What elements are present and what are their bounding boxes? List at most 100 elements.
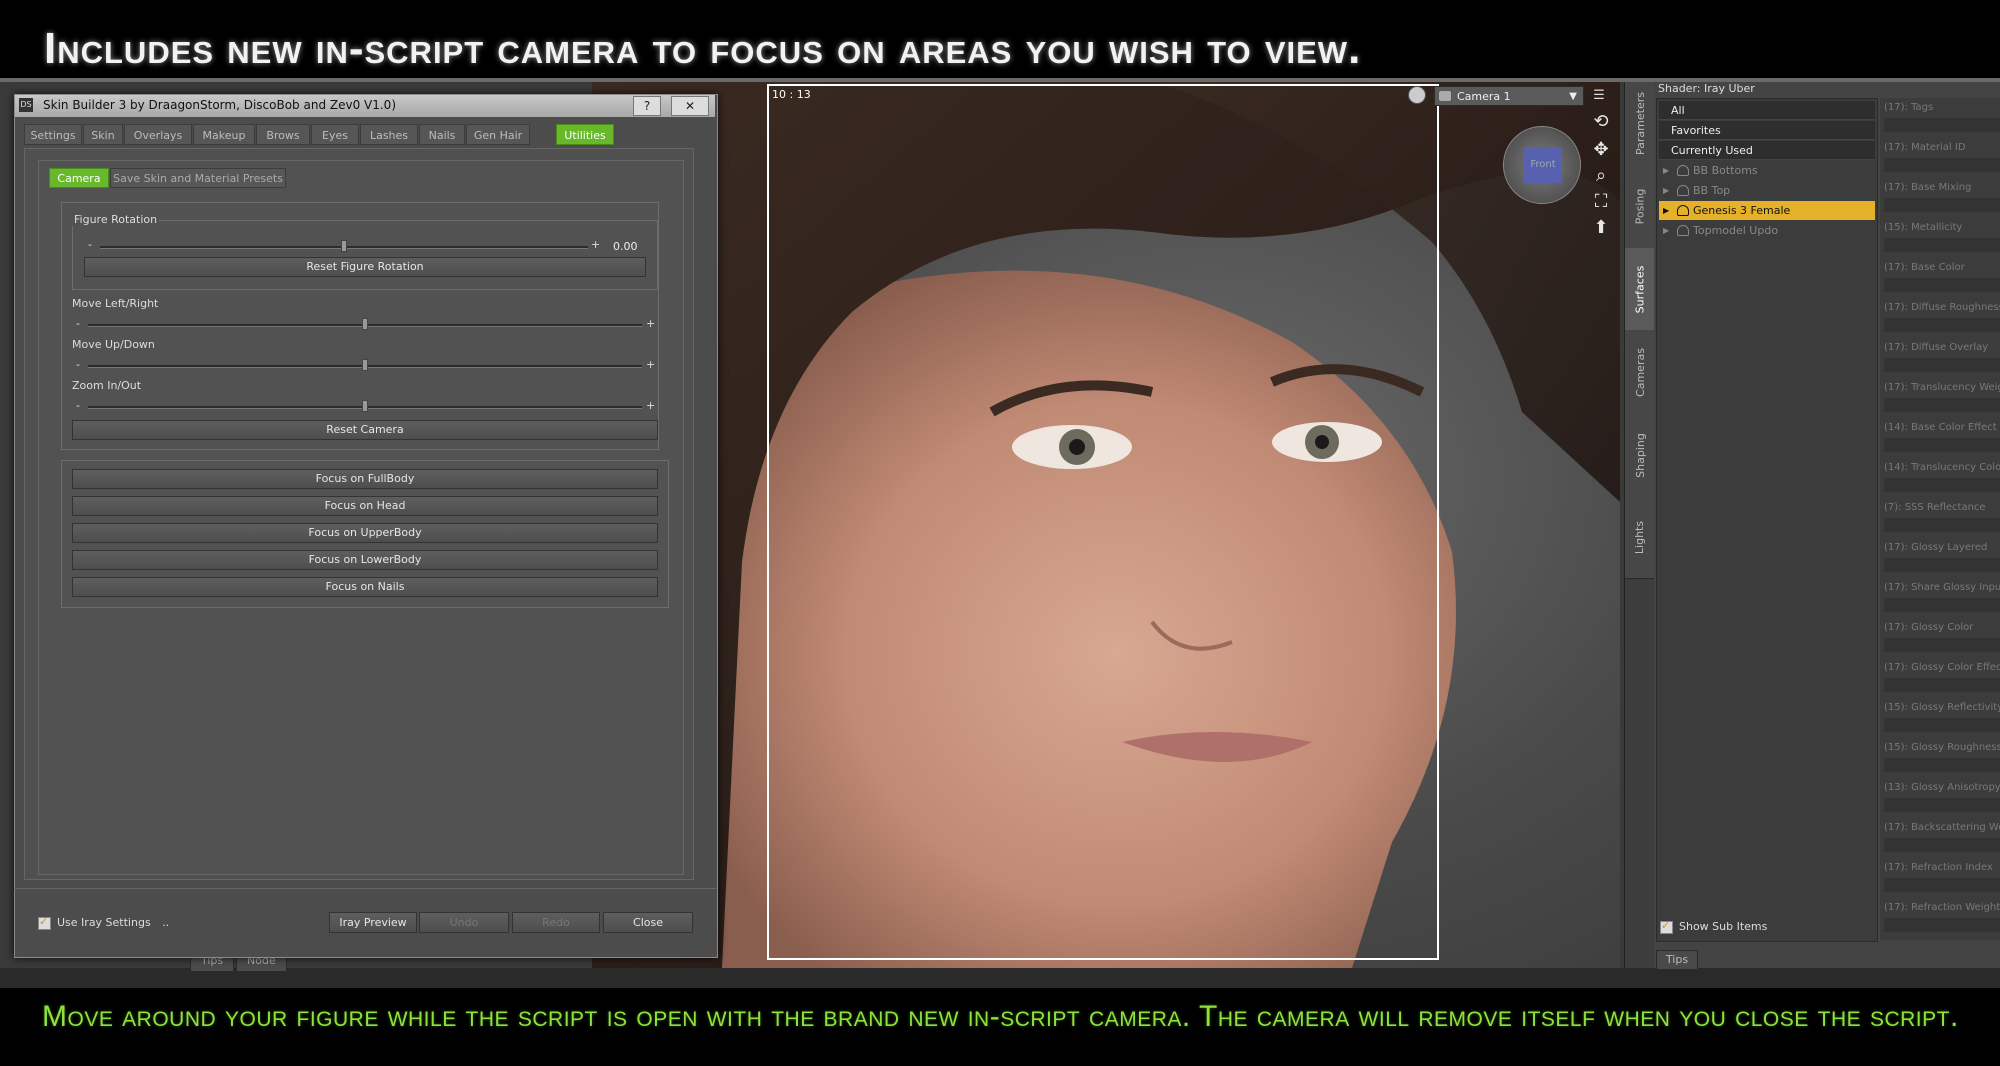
move-left-right-plus[interactable]: + [646,317,655,330]
tab-makeup[interactable]: Makeup [193,124,255,145]
use-iray-settings-checkbox[interactable]: Use Iray Settings .. [38,915,169,930]
cube-front-face[interactable]: Front [1524,147,1562,183]
property-control[interactable] [1884,598,2000,612]
focus-head-button[interactable]: Focus on Head [72,496,658,516]
tree-item-genesis-3-female[interactable]: ▶ Genesis 3 Female [1659,201,1875,220]
move-up-down-minus[interactable]: - [76,358,80,371]
move-left-right-minus[interactable]: - [76,317,80,330]
tab-surfaces[interactable]: Surfaces [1625,248,1655,331]
figure-rotation-plus[interactable]: + [591,238,600,251]
focus-upperbody-button[interactable]: Focus on UpperBody [72,523,658,543]
expand-arrow-icon[interactable]: ▶ [1663,221,1669,240]
expand-arrow-icon[interactable]: ▶ [1663,201,1669,220]
property-label: (17): Translucency Weight [1884,382,2000,393]
tab-eyes[interactable]: Eyes [311,124,359,145]
move-up-down-plus[interactable]: + [646,358,655,371]
property-control[interactable] [1884,918,2000,932]
close-button[interactable]: Close [603,912,693,933]
checkbox-checked-icon[interactable] [1660,919,1673,934]
show-sub-items-checkbox[interactable]: Show Sub Items [1660,919,1767,934]
property-control[interactable] [1884,478,2000,492]
focus-lowerbody-button[interactable]: Focus on LowerBody [72,550,658,570]
camera-dropdown[interactable]: Camera 1 ▼ [1434,86,1584,106]
property-control[interactable] [1884,438,2000,452]
tab-shaping[interactable]: Shaping [1625,414,1655,497]
expand-arrow-icon[interactable]: ▶ [1663,161,1669,180]
subtab-camera[interactable]: Camera [49,168,109,188]
property-control[interactable] [1884,398,2000,412]
tab-posing[interactable]: Posing [1625,164,1655,249]
property-list: (17): Tags (17): Material ID (17): Base Mi… [1880,98,2000,940]
reset-view-icon[interactable]: ⬆ [1588,216,1614,240]
dialog-title-bar[interactable]: DS Skin Builder 3 by DraagonStorm, Disco… [15,95,715,117]
tree-item-topmodel-updo[interactable]: ▶ Topmodel Updo [1659,221,1875,240]
expand-arrow-icon[interactable]: ▶ [1663,181,1669,200]
focus-nails-button[interactable]: Focus on Nails [72,577,658,597]
viewport-menu-icon[interactable]: ☰ [1588,86,1610,106]
filter-favorites[interactable]: Favorites [1659,121,1875,140]
property-control[interactable] [1884,158,2000,172]
tab-overlays[interactable]: Overlays [124,124,192,145]
move-left-right-label: Move Left/Right [72,297,159,310]
filter-currently-used[interactable]: Currently Used [1659,141,1875,160]
zoom-in-out-plus[interactable]: + [646,399,655,412]
frame-icon[interactable]: ⛶ [1588,190,1614,214]
tab-utilities[interactable]: Utilities [556,124,614,145]
focus-fullbody-button[interactable]: Focus on FullBody [72,469,658,489]
tab-settings[interactable]: Settings [24,124,82,145]
reset-figure-rotation-button[interactable]: Reset Figure Rotation [84,257,646,277]
zoom-in-out-minus[interactable]: - [76,399,80,412]
subtab-save-presets[interactable]: Save Skin and Material Presets [110,168,286,188]
redo-button[interactable]: Redo [512,912,600,933]
tab-cameras[interactable]: Cameras [1625,330,1655,415]
tab-gen-hair[interactable]: Gen Hair [466,124,530,145]
move-up-down-thumb[interactable] [362,359,368,371]
property-control[interactable] [1884,798,2000,812]
tab-parameters[interactable]: Parameters [1625,82,1655,165]
figure-icon [1677,185,1689,196]
property-control[interactable] [1884,558,2000,572]
checkbox-checked-icon[interactable] [38,915,51,930]
tab-brows[interactable]: Brows [256,124,310,145]
tree-item-bb-bottoms[interactable]: ▶ BB Bottoms [1659,161,1875,180]
tips-tab[interactable]: Tips [1656,950,1698,970]
zoom-in-out-thumb[interactable] [362,400,368,412]
property-control[interactable] [1884,838,2000,852]
figure-rotation-minus[interactable]: - [88,238,92,251]
iray-preview-button[interactable]: Iray Preview [329,912,417,933]
tab-skin[interactable]: Skin [83,124,123,145]
draw-style-icon[interactable] [1408,86,1426,104]
figure-rotation-thumb[interactable] [341,240,347,252]
property-control[interactable] [1884,678,2000,692]
move-left-right-thumb[interactable] [362,318,368,330]
property-control[interactable] [1884,518,2000,532]
property-control[interactable] [1884,278,2000,292]
property-control[interactable] [1884,638,2000,652]
undo-button[interactable]: Undo [419,912,509,933]
zoom-icon[interactable]: ⌕ [1588,164,1614,188]
property-control[interactable] [1884,878,2000,892]
property-control[interactable] [1884,238,2000,252]
camera-dropdown-value: Camera 1 [1457,90,1511,103]
navigation-cube[interactable]: Front [1503,126,1581,204]
orbit-icon[interactable]: ⟲ [1588,110,1614,134]
property-label: (17): Material ID [1884,142,1966,153]
footer-divider [14,888,716,889]
property-control[interactable] [1884,758,2000,772]
reset-camera-button[interactable]: Reset Camera [72,420,658,440]
property-label: (17): Glossy Color Effect [1884,662,2000,673]
property-control[interactable] [1884,318,2000,332]
tree-item-bb-top[interactable]: ▶ BB Top [1659,181,1875,200]
help-button[interactable]: ? [633,96,661,116]
tab-lights[interactable]: Lights [1625,496,1655,579]
tab-lashes[interactable]: Lashes [360,124,418,145]
filter-all[interactable]: All [1659,101,1875,120]
property-control[interactable] [1884,198,2000,212]
property-control[interactable] [1884,718,2000,732]
property-control[interactable] [1884,358,2000,372]
close-icon[interactable]: ✕ [671,96,709,116]
tab-nails[interactable]: Nails [419,124,465,145]
zoom-in-out-label: Zoom In/Out [72,379,142,392]
property-control[interactable] [1884,118,2000,132]
pan-icon[interactable]: ✥ [1588,138,1614,162]
